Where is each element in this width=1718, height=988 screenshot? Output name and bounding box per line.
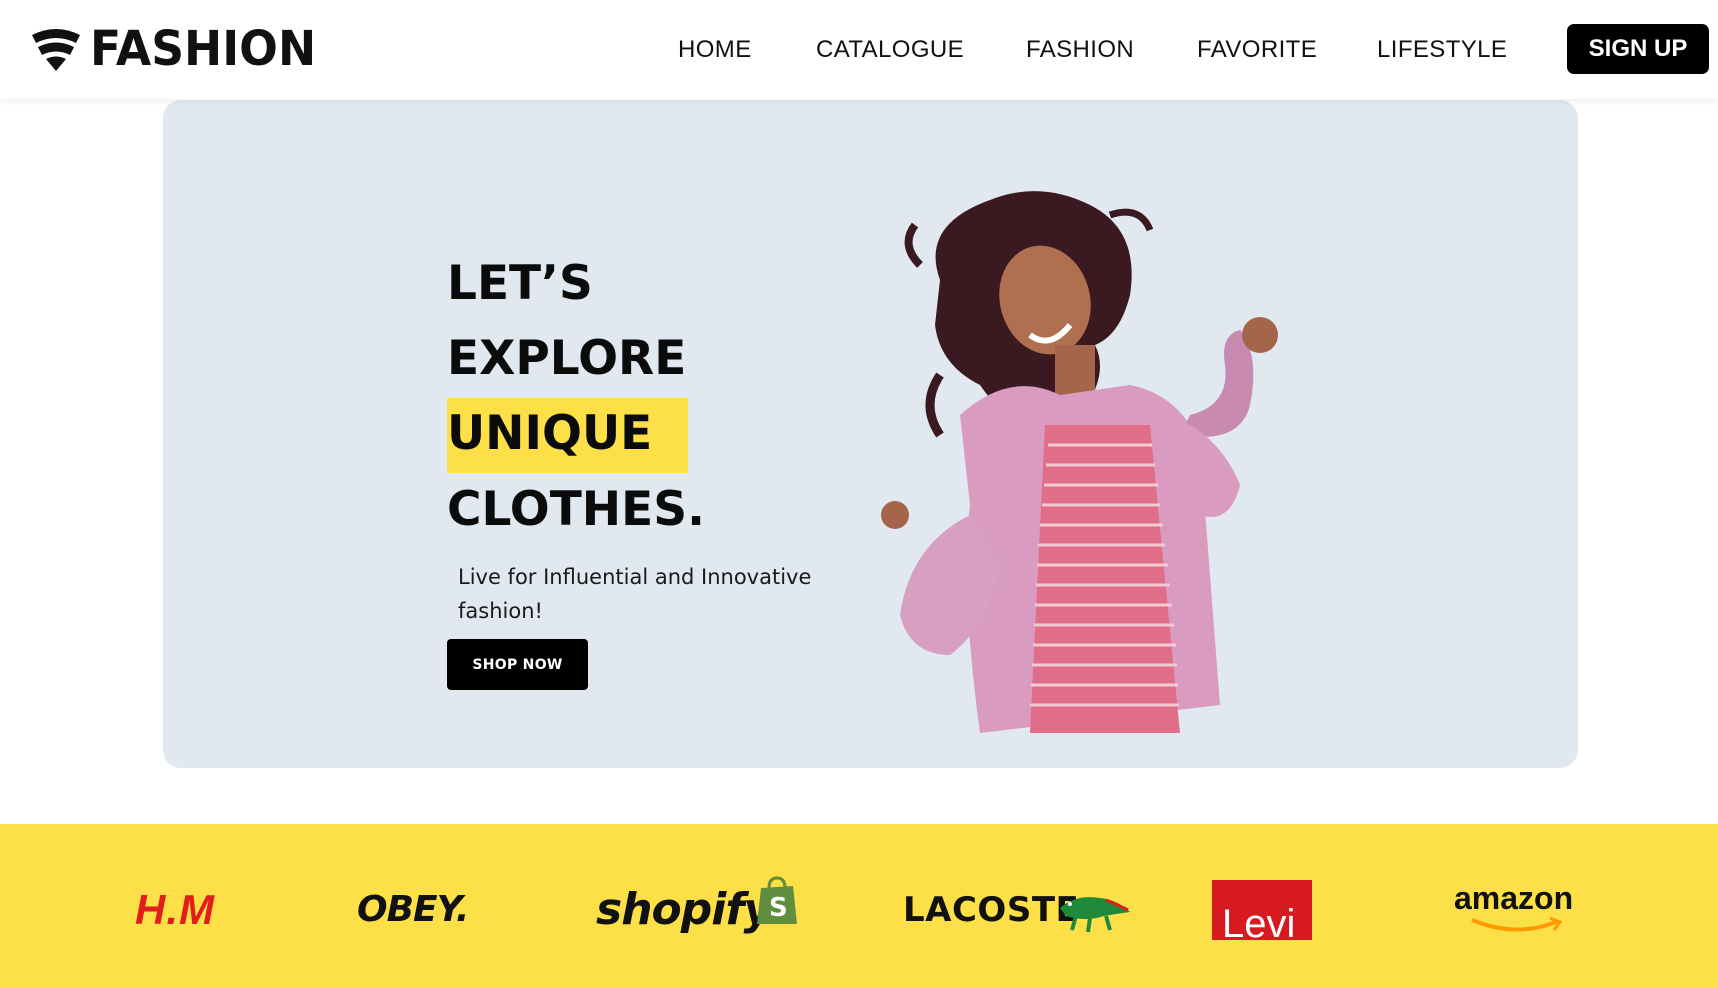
brand-name: FASHION — [90, 21, 317, 77]
amazon-smile-icon — [1471, 916, 1563, 932]
brand-logos-strip: H.M OBEY. shopify S LACOSTE Levi amazon — [0, 824, 1718, 988]
headline-line-2: EXPLORE — [447, 331, 687, 386]
headline-line-3: UNIQUE — [447, 406, 653, 461]
brand-logo-amazon[interactable]: amazon — [1454, 880, 1573, 917]
svg-text:S: S — [769, 893, 788, 923]
brand-logo[interactable]: FASHION — [30, 24, 328, 74]
fashion-logo-icon — [32, 29, 80, 71]
brand-logo-lacoste[interactable]: LACOSTE — [903, 890, 1079, 930]
shop-now-button[interactable]: SHOP NOW — [447, 639, 588, 690]
brand-logo-levis[interactable]: Levi — [1212, 880, 1312, 940]
hero-subtext: Live for Influential and Innovative fash… — [458, 565, 812, 623]
nav-link-lifestyle[interactable]: LIFESTYLE — [1377, 36, 1507, 64]
levis-text: Levi — [1222, 902, 1296, 940]
nav-link-favorite[interactable]: FAVORITE — [1197, 36, 1317, 64]
brand-logo-obey[interactable]: OBEY. — [357, 889, 469, 930]
hero-banner — [163, 100, 1578, 768]
nav-link-fashion[interactable]: FASHION — [1026, 36, 1134, 64]
top-navbar: FASHION HOME CATALOGUE FASHION FAVORITE … — [0, 0, 1718, 99]
nav-link-catalogue[interactable]: CATALOGUE — [816, 36, 964, 64]
lacoste-crocodile-icon — [1060, 897, 1130, 933]
shopify-bag-icon: S — [757, 876, 797, 924]
brand-logo-shopify[interactable]: shopify — [596, 884, 772, 935]
sign-up-button[interactable]: SIGN UP — [1567, 24, 1709, 74]
hero-model-image — [881, 191, 1278, 733]
headline-line-1: LET’S — [447, 256, 593, 311]
headline-line-4: CLOTHES. — [447, 482, 705, 537]
brand-logo-hm[interactable]: H.M — [135, 886, 215, 934]
nav-link-home[interactable]: HOME — [678, 36, 752, 64]
